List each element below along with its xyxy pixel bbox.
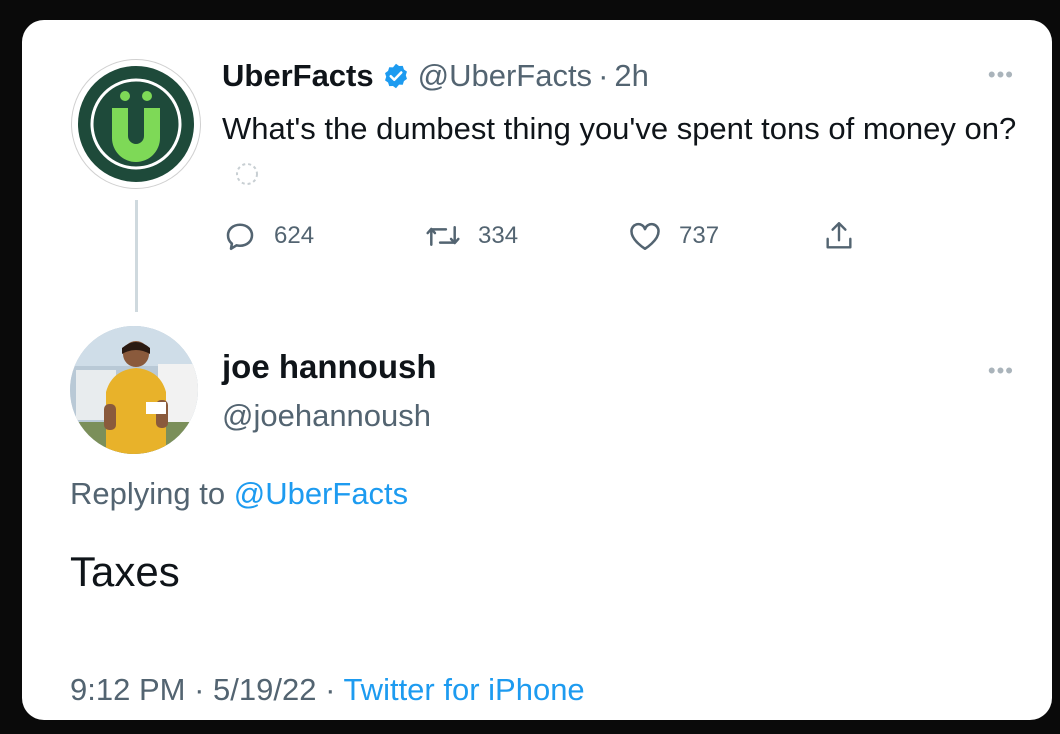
- like-button[interactable]: 737: [627, 218, 719, 254]
- tweet-header: UberFacts @UberFacts · 2h: [222, 58, 649, 94]
- reply-time[interactable]: 9:12 PM: [70, 672, 185, 707]
- like-count: 737: [679, 222, 720, 249]
- person-avatar-icon: [70, 326, 198, 454]
- tweet-actions: 624 334 737: [222, 218, 922, 260]
- verified-badge-icon: [382, 62, 410, 90]
- reply-date[interactable]: 5/19/22: [213, 672, 316, 707]
- uberfacts-avatar[interactable]: [72, 60, 200, 188]
- more-icon[interactable]: •••: [988, 358, 1014, 384]
- uberfacts-logo-icon: [80, 68, 192, 180]
- retweet-button[interactable]: 334: [424, 218, 518, 254]
- author-handle[interactable]: @UberFacts: [418, 58, 592, 94]
- heart-icon: [630, 222, 660, 251]
- replying-prefix: Replying to: [70, 476, 234, 511]
- separator-dot: ·: [598, 58, 609, 93]
- reply-meta: 9:12 PM · 5/19/22 · Twitter for iPhone: [70, 672, 585, 708]
- replying-to: Replying to @UberFacts: [70, 476, 408, 512]
- reply-text: Taxes: [70, 548, 180, 595]
- retweet-icon: [426, 225, 460, 247]
- retweet-count: 334: [478, 222, 519, 249]
- share-icon: [826, 222, 852, 249]
- author-name[interactable]: UberFacts: [222, 58, 374, 94]
- more-icon[interactable]: •••: [988, 62, 1014, 88]
- reply-button[interactable]: 624: [222, 218, 314, 254]
- reply-author-name[interactable]: joe hannoush: [222, 348, 437, 386]
- meta-separator: ·: [316, 672, 344, 707]
- reply-author-handle[interactable]: @joehannoush: [222, 398, 431, 434]
- tweet-time[interactable]: 2h: [614, 58, 648, 94]
- tweet-text-content: What's the dumbest thing you've spent to…: [222, 111, 1017, 146]
- joe-avatar[interactable]: [70, 326, 198, 454]
- replying-to-mention[interactable]: @UberFacts: [234, 476, 408, 511]
- reply-count: 624: [274, 222, 315, 249]
- share-button[interactable]: [822, 218, 856, 254]
- tweet-card: UberFacts @UberFacts · 2h ••• What's the…: [22, 20, 1052, 720]
- reply-icon: [226, 223, 254, 251]
- thread-line: [135, 200, 138, 312]
- meta-separator: ·: [185, 672, 214, 707]
- tweet-text: What's the dumbest thing you've spent to…: [222, 106, 1022, 198]
- loading-spinner-icon: [222, 157, 264, 192]
- reply-source[interactable]: Twitter for iPhone: [343, 672, 584, 707]
